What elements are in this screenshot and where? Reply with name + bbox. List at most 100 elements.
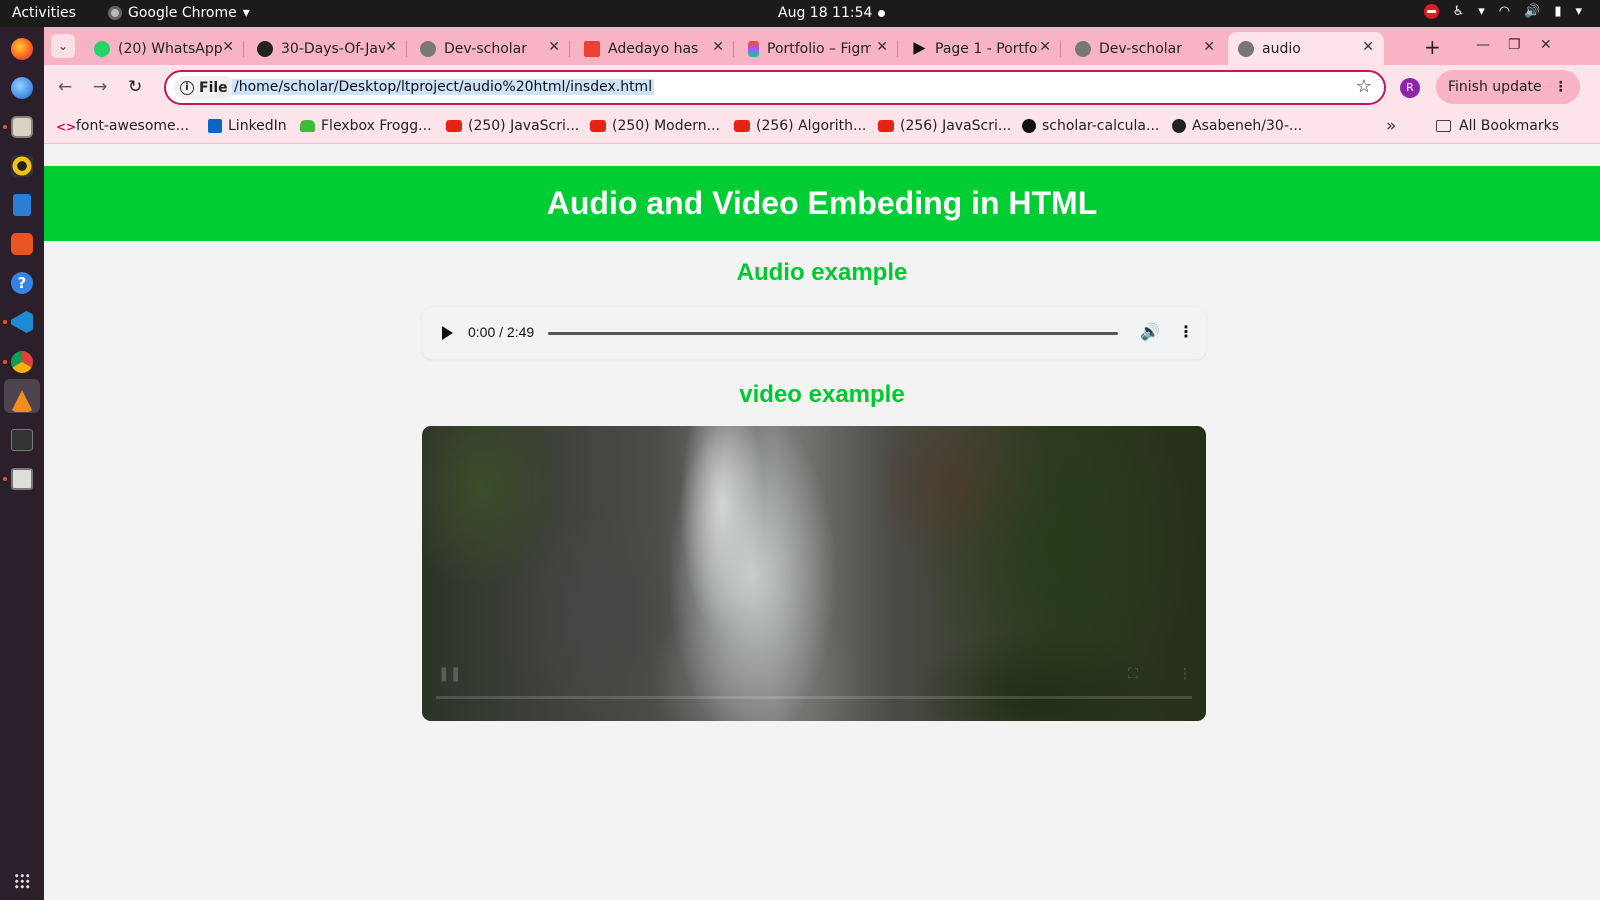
volume-icon[interactable]: 🔊 [1140,322,1160,341]
maximize-button[interactable]: ❐ [1508,37,1521,53]
kebab-menu-icon[interactable]: ⋮ [1178,322,1194,341]
pause-icon[interactable]: ❚❚ [438,666,461,682]
close-icon[interactable]: ✕ [385,39,397,55]
bookmark-scholar-calculator[interactable]: scholar-calcula... [1022,118,1159,134]
tab-page-1[interactable]: Page 1 - Portfolio ✕ [901,32,1061,65]
close-icon[interactable]: ✕ [222,39,234,55]
bookmark-youtube-4[interactable]: (256) JavaScri... [878,118,1011,134]
profile-avatar[interactable]: R [1400,78,1420,98]
code-icon: <> [56,120,77,134]
close-icon[interactable]: ✕ [712,39,724,55]
bookmark-youtube-1[interactable]: (250) JavaScri... [446,118,579,134]
github-icon [1172,119,1186,133]
globe-icon [1075,40,1091,57]
close-icon[interactable]: ✕ [548,39,560,55]
show-apps-icon[interactable] [14,873,30,889]
audio-time: 0:00 / 2:49 [468,324,535,340]
chevron-down-icon: ▾ [1575,4,1582,19]
gmail-icon [584,40,600,57]
globe-icon [1238,40,1254,57]
web-page: Audio and Video Embeding in HTML Audio e… [44,145,1600,900]
minimize-button[interactable]: — [1476,37,1490,53]
figma-icon [748,40,759,57]
help-icon[interactable]: ? [11,272,33,294]
whatsapp-icon [94,40,110,57]
bookmark-youtube-3[interactable]: (256) Algorith... [734,118,866,134]
github-icon [257,40,273,57]
tab-search-button[interactable]: ⌄ [51,34,75,58]
bookmark-flexbox-froggy[interactable]: Flexbox Frogg... [300,118,432,134]
bookmark-linkedin[interactable]: LinkedIn [208,118,287,134]
activities-button[interactable]: Activities [12,5,76,21]
all-bookmarks-button[interactable]: All Bookmarks [1436,118,1559,134]
chrome-icon[interactable] [11,351,33,373]
close-icon[interactable]: ✕ [1039,39,1051,55]
tab-dev-scholar-2[interactable]: Dev-scholar ✕ [1065,32,1225,65]
forward-button[interactable]: → [93,77,107,97]
bookmark-youtube-2[interactable]: (250) Modern... [590,118,720,134]
notification-dot [878,10,885,17]
youtube-icon [446,120,462,132]
folder-icon [1436,120,1451,132]
close-icon[interactable]: ✕ [1203,39,1215,55]
fullscreen-icon[interactable]: ⛶ [1128,666,1138,682]
info-icon: i [180,80,194,95]
globe-icon [420,40,436,57]
system-top-bar: Activities Google Chrome ▾ Aug 18 11:54 … [0,0,1600,27]
window-close-button[interactable]: ✕ [1540,37,1552,53]
tab-whatsapp[interactable]: (20) WhatsApp ✕ [84,32,244,65]
bookmark-asabeneh[interactable]: Asabeneh/30-... [1172,118,1302,134]
youtube-icon [734,120,750,132]
running-indicator [3,360,7,364]
frog-icon [300,120,315,132]
software-center-icon[interactable] [11,233,33,255]
kebab-menu-icon[interactable]: ⋮ [1178,666,1192,682]
close-icon[interactable]: ✕ [1362,39,1374,55]
audio-seek-bar[interactable] [548,332,1118,335]
app-menu[interactable]: Google Chrome ▾ [108,5,250,21]
chevron-double-right-icon[interactable]: » [1386,116,1396,136]
vscode-icon[interactable] [11,311,33,333]
terminal-icon[interactable] [11,429,33,451]
firefox-icon[interactable] [11,38,33,60]
tab-dev-scholar[interactable]: Dev-scholar ✕ [410,32,570,65]
bookmark-font-awesome[interactable]: <> font-awesome... [56,118,189,134]
url-text[interactable]: /home/scholar/Desktop/ltproject/audio%20… [232,79,655,95]
accessibility-icon: ♿ [1452,4,1465,19]
tab-30-days[interactable]: 30-Days-Of-JavaScript ✕ [247,32,407,65]
rhythmbox-icon[interactable] [11,155,33,177]
system-tray[interactable]: ♿ ▾ ◠ 🔊 ▮ ▾ [1423,4,1582,19]
wifi-icon: ◠ [1498,4,1511,19]
volume-icon: 🔊 [1524,4,1541,19]
thunderbird-icon[interactable] [11,77,33,99]
audio-player[interactable]: 0:00 / 2:49 🔊 ⋮ [422,307,1206,359]
bookmark-star-icon[interactable]: ☆ [1356,76,1372,97]
chrome-window: ⌄ (20) WhatsApp ✕ 30-Days-Of-JavaScript … [44,27,1600,900]
writer-icon[interactable] [13,194,31,216]
finish-update-button[interactable]: Finish update ⋮ [1436,70,1580,104]
video-seek-bar[interactable] [436,696,1192,699]
app-name: Google Chrome [128,5,237,21]
audio-section-title: Audio example [736,259,908,286]
tab-figma[interactable]: Portfolio – Figma ✕ [738,32,898,65]
clock[interactable]: Aug 18 11:54 [778,5,872,21]
screenshot-icon[interactable] [11,468,33,490]
youtube-icon [590,120,606,132]
tab-gmail[interactable]: Adedayo has ✕ [574,32,734,65]
back-button[interactable]: ← [58,77,72,97]
site-info-chip[interactable]: i File [174,76,236,99]
new-tab-button[interactable]: + [1424,35,1441,59]
address-bar[interactable]: i File /home/scholar/Desktop/ltproject/a… [164,70,1386,105]
files-icon[interactable] [11,116,33,138]
play-icon[interactable] [442,326,453,340]
play-icon [913,42,926,55]
tab-audio[interactable]: audio ✕ [1228,32,1384,65]
video-player[interactable]: ❚❚ ⛶ ⋮ [422,426,1206,721]
running-indicator [3,477,7,481]
bookmarks-bar: <> font-awesome... LinkedIn Flexbox Frog… [44,110,1600,144]
tab-strip: ⌄ (20) WhatsApp ✕ 30-Days-Of-JavaScript … [44,27,1600,65]
reload-button[interactable]: ↻ [128,77,142,97]
chevron-down-icon: ▾ [1478,4,1485,19]
chrome-icon [108,6,122,20]
close-icon[interactable]: ✕ [876,39,888,55]
